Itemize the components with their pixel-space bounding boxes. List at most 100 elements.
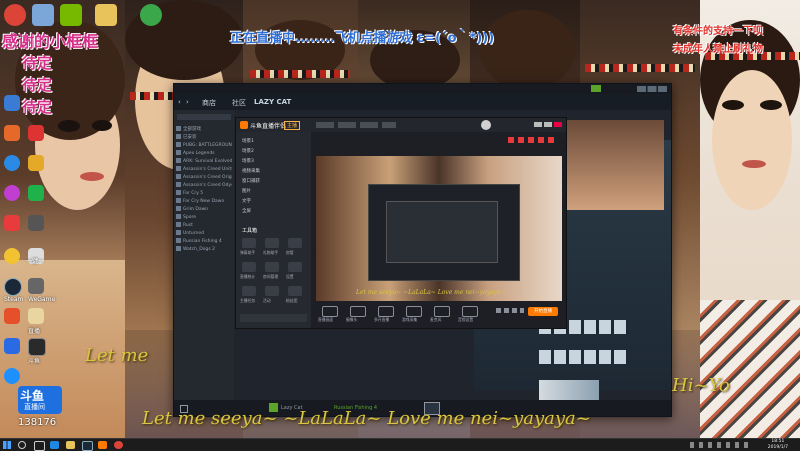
library-item[interactable]: Far Cry New Dawn: [176, 198, 232, 205]
taskbar: 18:51 2019/1/7: [0, 438, 800, 451]
shortcut-icon[interactable]: [4, 155, 20, 171]
nav-community[interactable]: 社区: [232, 98, 246, 108]
library-item[interactable]: 全部游戏: [176, 126, 232, 133]
tool-button[interactable]: [242, 262, 256, 272]
shortcut-icon[interactable]: [4, 248, 20, 264]
shortcut-icon[interactable]: [28, 215, 44, 231]
control-label: 游戏采集: [402, 317, 418, 322]
notice-bar: [240, 314, 307, 322]
shortcut-icon[interactable]: [4, 308, 20, 324]
tool-button[interactable]: [242, 286, 256, 296]
folder-icon[interactable]: [95, 4, 117, 26]
library-item[interactable]: Rust: [176, 222, 232, 229]
edge-icon[interactable]: [50, 441, 59, 449]
taskbar-clock[interactable]: 18:51 2019/1/7: [768, 439, 788, 451]
nav-store[interactable]: 商店: [202, 98, 216, 108]
chrome-icon[interactable]: [4, 4, 26, 26]
stream-preview[interactable]: Let me seeya~ ~LaLaLa~ Love me nei~yayay…: [316, 156, 562, 301]
control-label: 音频设置: [458, 317, 474, 322]
shortcut-icon[interactable]: [28, 125, 44, 141]
settings-icons[interactable]: [496, 308, 524, 313]
shortcut-icon[interactable]: [28, 155, 44, 171]
window-controls[interactable]: [637, 86, 667, 92]
friend-status-chip[interactable]: [591, 85, 601, 92]
library-item[interactable]: Spore: [176, 214, 232, 221]
control-button[interactable]: [322, 306, 338, 317]
library-item[interactable]: Assassin's Creed Origins: [176, 174, 232, 181]
library-item[interactable]: Unturned: [176, 230, 232, 237]
control-button[interactable]: [406, 306, 422, 317]
tool-button[interactable]: [265, 262, 279, 272]
scene-item[interactable]: 图片: [242, 188, 251, 194]
nav-username[interactable]: LAZY CAT: [254, 98, 291, 106]
library-item[interactable]: Russian Fishing 4: [176, 238, 232, 245]
client-window-controls[interactable]: [534, 122, 562, 127]
control-button[interactable]: [434, 306, 450, 317]
tool-button[interactable]: [288, 286, 302, 296]
shortcut-icon[interactable]: [4, 125, 20, 141]
game-icon: [176, 134, 181, 139]
nvidia-icon[interactable]: [60, 4, 82, 26]
control-bar: 直播画面 摄像头 多开直播 游戏采集 麦克风 音频设置 开始直播: [316, 304, 562, 326]
control-button[interactable]: [378, 306, 394, 317]
control-button[interactable]: [350, 306, 366, 317]
start-button[interactable]: [3, 441, 11, 449]
tool-button[interactable]: [288, 262, 302, 272]
douyu-taskbar-icon[interactable]: [98, 441, 107, 449]
steam-titlebar[interactable]: [174, 84, 671, 94]
search-icon[interactable]: [18, 441, 26, 449]
shortcut-icon[interactable]: [28, 278, 44, 294]
library-item[interactable]: Assassin's Creed Unity: [176, 166, 232, 173]
library-item[interactable]: Apex Legends: [176, 150, 232, 157]
shortcut-icon[interactable]: [4, 95, 20, 111]
system-tray[interactable]: [690, 442, 750, 448]
tool-label: 房间管理: [263, 274, 279, 279]
stream-toolbar-buttons[interactable]: [316, 122, 396, 128]
scene-item[interactable]: 场景2: [242, 148, 254, 154]
scene-item[interactable]: 场景1: [242, 138, 254, 144]
shortcut-icon[interactable]: [4, 338, 20, 354]
shortcut-icon[interactable]: [4, 215, 20, 231]
library-item[interactable]: PUBG: BATTLEGROUND: [176, 142, 232, 149]
game-icon: [176, 190, 181, 195]
chrome-taskbar-icon[interactable]: [114, 441, 123, 449]
scene-item[interactable]: 视频采集: [242, 168, 260, 174]
library-item[interactable]: ARK: Survival Evolved: [176, 158, 232, 165]
library-item[interactable]: 已安装: [176, 134, 232, 141]
shortcut-icon[interactable]: [28, 185, 44, 201]
scene-item[interactable]: 窗口捕获: [242, 178, 260, 184]
status-icons[interactable]: [508, 137, 558, 143]
shortcut-icon[interactable]: [28, 338, 46, 356]
shortcut-icon[interactable]: [4, 368, 20, 384]
back-arrow-icon[interactable]: ‹: [178, 98, 181, 106]
scene-item[interactable]: 场景3: [242, 158, 254, 164]
client-avatar[interactable]: [481, 120, 491, 130]
tool-button[interactable]: [242, 238, 256, 248]
app-icon[interactable]: [140, 4, 162, 26]
control-button[interactable]: [462, 306, 478, 317]
start-live-button[interactable]: 开始直播: [528, 307, 558, 316]
library-item[interactable]: Assassin's Creed Odyssey: [176, 182, 232, 189]
shortcut-icon[interactable]: [28, 308, 44, 324]
scene-item[interactable]: 文字: [242, 198, 251, 204]
library-item[interactable]: Far Cry 5: [176, 190, 232, 197]
tool-button[interactable]: [265, 238, 279, 248]
recycle-icon[interactable]: [32, 4, 54, 26]
tool-button[interactable]: [288, 238, 302, 248]
library-item[interactable]: Watch_Dogs 2: [176, 246, 232, 253]
tool-button[interactable]: [265, 286, 279, 296]
stream-client-window[interactable]: 斗鱼直播伴侣 主播 场景1 场景2 场景3 视频采集 窗口捕获 图片 文字 全屏 工具箱 弹幕…: [235, 117, 567, 329]
desktop-label: Steam: [4, 296, 24, 303]
explorer-icon[interactable]: [66, 441, 75, 449]
game-icon: [176, 174, 181, 179]
client-badge[interactable]: 主播: [284, 121, 301, 130]
steam-icon[interactable]: [4, 278, 22, 296]
forward-arrow-icon[interactable]: ›: [186, 98, 189, 106]
library-search[interactable]: [177, 114, 231, 120]
client-logo: [240, 121, 248, 129]
scene-item[interactable]: 全屏: [242, 208, 251, 214]
library-item-label: Grim Dawn: [183, 207, 209, 212]
shortcut-icon[interactable]: [4, 185, 20, 201]
library-item-label: Assassin's Creed Origins: [183, 175, 232, 180]
library-item[interactable]: Grim Dawn: [176, 206, 232, 213]
